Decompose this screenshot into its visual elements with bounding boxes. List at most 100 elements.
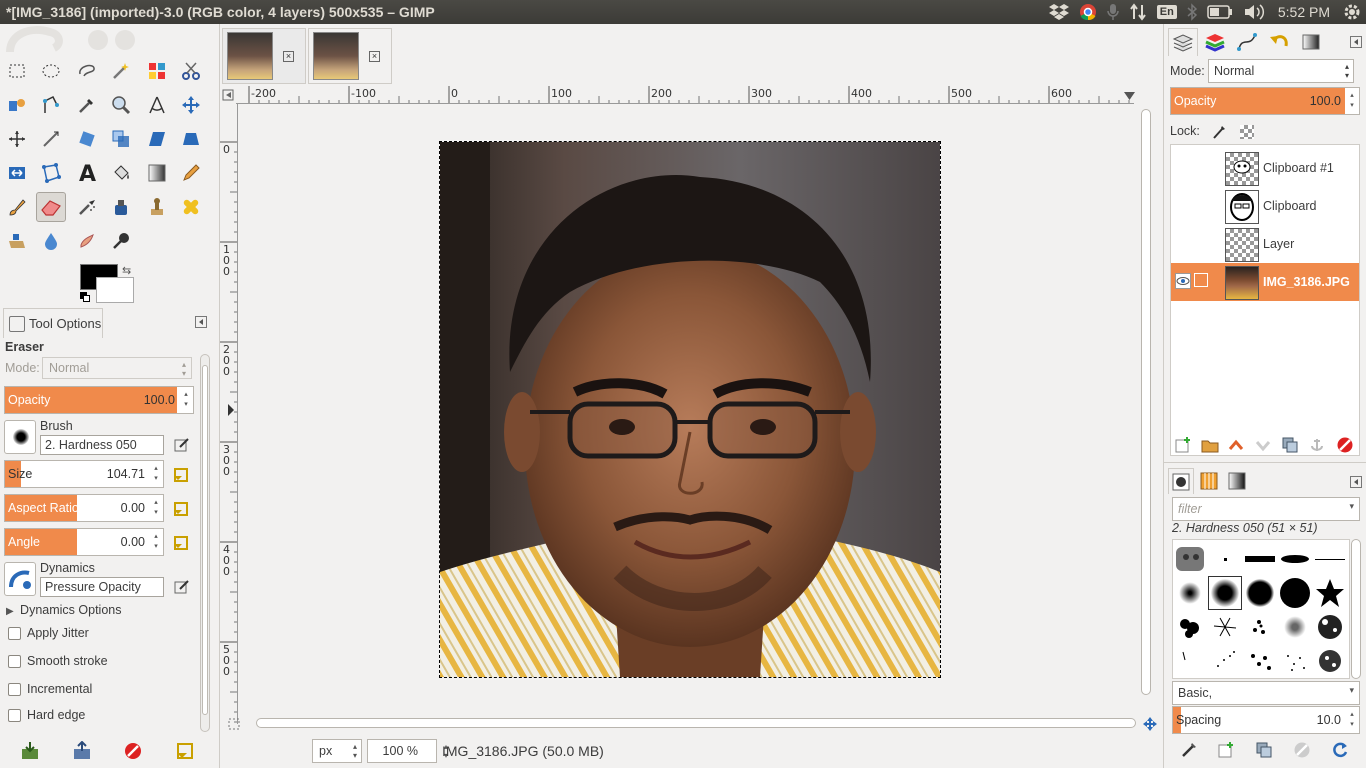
image-tab-2[interactable]: × (308, 28, 392, 84)
layer-mode-select[interactable]: Normal ▴ ▾ (1208, 59, 1354, 83)
select-by-color-icon[interactable] (142, 56, 172, 86)
ink-icon[interactable] (106, 192, 136, 222)
pencil-icon[interactable] (176, 158, 206, 188)
new-layer-icon[interactable] (1174, 436, 1192, 454)
zoom-select[interactable]: 100 % ▴ ▾ (367, 739, 448, 763)
brush-item[interactable] (1173, 644, 1207, 678)
cage-transform-icon[interactable] (36, 158, 66, 188)
tab-paths[interactable] (1232, 28, 1262, 56)
edit-dynamics-icon[interactable] (174, 579, 190, 595)
hard-edge-checkbox[interactable] (8, 709, 21, 722)
opacity-slider[interactable]: Opacity 100.0 ▴ ▾ (4, 386, 194, 414)
lock-alpha-icon[interactable] (1240, 125, 1254, 139)
reset-size-icon[interactable] (172, 466, 190, 484)
brush-item[interactable] (1173, 542, 1207, 576)
crop-icon[interactable] (36, 124, 66, 154)
tab-channels[interactable] (1200, 28, 1230, 56)
brush-item[interactable] (1243, 644, 1277, 678)
chrome-icon[interactable] (1079, 0, 1097, 24)
brush-grid-scrollbar[interactable] (1351, 539, 1361, 679)
visibility-eye-icon[interactable] (1175, 273, 1191, 289)
brush-item[interactable] (1278, 644, 1312, 678)
image-canvas[interactable] (439, 141, 941, 678)
new-brush-icon[interactable] (1217, 741, 1235, 759)
brush-item[interactable] (1243, 576, 1277, 610)
brush-item[interactable] (1278, 576, 1312, 610)
zoom-to-fit-corner-icon[interactable] (228, 718, 240, 730)
vertical-ruler[interactable]: 0100200300400500 (220, 104, 238, 724)
brush-item[interactable] (1278, 542, 1312, 576)
layer-row[interactable]: Clipboard (1171, 187, 1359, 225)
network-icon[interactable] (1129, 0, 1147, 24)
fuzzy-select-icon[interactable] (106, 56, 136, 86)
chain-link-toggle[interactable] (1194, 273, 1208, 287)
color-picker-icon[interactable] (72, 90, 102, 120)
smooth-stroke-checkbox[interactable] (8, 655, 21, 668)
duplicate-brush-icon[interactable] (1255, 741, 1273, 759)
image-tab-1[interactable]: × (222, 28, 306, 84)
vertical-scrollbar[interactable] (1140, 104, 1152, 724)
rect-select-icon[interactable] (2, 56, 32, 86)
raise-layer-icon[interactable] (1227, 436, 1245, 454)
layer-opacity-slider[interactable]: Opacity 100.0 ▴ ▾ (1170, 87, 1360, 115)
foreground-select-icon[interactable] (2, 90, 32, 120)
heal-icon[interactable] (176, 192, 206, 222)
brush-item[interactable] (1208, 542, 1242, 576)
quick-mask-corner-icon[interactable] (220, 86, 236, 104)
dynamics-preview[interactable] (4, 562, 36, 596)
battery-icon[interactable] (1207, 0, 1233, 24)
bucket-fill-icon[interactable] (106, 158, 136, 188)
swap-colors-icon[interactable]: ⇆ (122, 264, 131, 277)
delete-layer-icon[interactable] (1336, 436, 1354, 454)
brush-grid[interactable] (1172, 539, 1350, 679)
layer-row[interactable]: Clipboard #1 (1171, 149, 1359, 187)
free-select-icon[interactable] (72, 56, 102, 86)
close-tab-icon[interactable]: × (283, 51, 294, 62)
dodge-burn-icon[interactable] (106, 226, 136, 256)
navigate-image-icon[interactable] (1142, 716, 1158, 732)
move-icon[interactable] (176, 90, 206, 120)
brushes-panel-menu-icon[interactable] (1350, 476, 1362, 488)
brush-item[interactable] (1208, 644, 1242, 678)
canvas-viewport[interactable] (239, 105, 1141, 722)
save-options-icon[interactable] (20, 741, 40, 761)
brush-item[interactable] (1243, 542, 1277, 576)
new-layer-group-icon[interactable] (1201, 436, 1219, 454)
brush-item[interactable] (1313, 576, 1347, 610)
text-icon[interactable]: A (72, 158, 102, 188)
ellipse-select-icon[interactable] (36, 56, 66, 86)
perspective-clone-icon[interactable] (2, 226, 32, 256)
aspect-ratio-slider[interactable]: Aspect Ratio 0.00 ▴ ▾ (4, 494, 164, 522)
refresh-brushes-icon[interactable] (1331, 741, 1349, 759)
brush-item[interactable] (1173, 576, 1207, 610)
delete-brush-icon[interactable] (1293, 741, 1311, 759)
dropbox-icon[interactable] (1048, 0, 1069, 24)
apply-jitter-checkbox[interactable] (8, 627, 21, 640)
keyboard-layout-indicator[interactable]: En (1156, 0, 1177, 24)
eraser-icon[interactable] (36, 192, 66, 222)
microphone-icon[interactable] (1107, 0, 1119, 24)
brush-filter-input[interactable]: filter ▾ (1172, 497, 1360, 521)
zoom-icon[interactable] (106, 90, 136, 120)
brush-name-field[interactable]: 2. Hardness 050 (40, 435, 164, 455)
clock[interactable]: 5:52 PM (1278, 4, 1330, 20)
close-tab-icon[interactable]: × (369, 51, 380, 62)
unit-select[interactable]: px ▴ ▾ (312, 739, 362, 763)
edit-brush-bottom-icon[interactable] (1180, 741, 1198, 759)
brush-item[interactable] (1313, 644, 1347, 678)
dynamics-options-expander[interactable]: ▶ Dynamics Options (6, 603, 121, 617)
brush-item[interactable] (1278, 610, 1312, 644)
reset-aspect-ratio-icon[interactable] (172, 500, 190, 518)
dynamics-name-field[interactable]: Pressure Opacity (40, 577, 164, 597)
volume-icon[interactable] (1243, 0, 1265, 24)
brush-item[interactable] (1313, 542, 1347, 576)
lower-layer-icon[interactable] (1254, 436, 1272, 454)
spacing-slider[interactable]: Spacing 10.0 ▴ ▾ (1172, 706, 1360, 734)
tab-gradients-bottom[interactable] (1224, 468, 1250, 494)
size-slider[interactable]: Size 104.71 ▴ ▾ (4, 460, 164, 488)
brush-item-selected[interactable] (1208, 576, 1242, 610)
default-colors-icon[interactable] (80, 292, 90, 302)
airbrush-icon[interactable] (72, 192, 102, 222)
background-color-swatch[interactable] (96, 277, 134, 303)
rotate-icon[interactable] (72, 124, 102, 154)
